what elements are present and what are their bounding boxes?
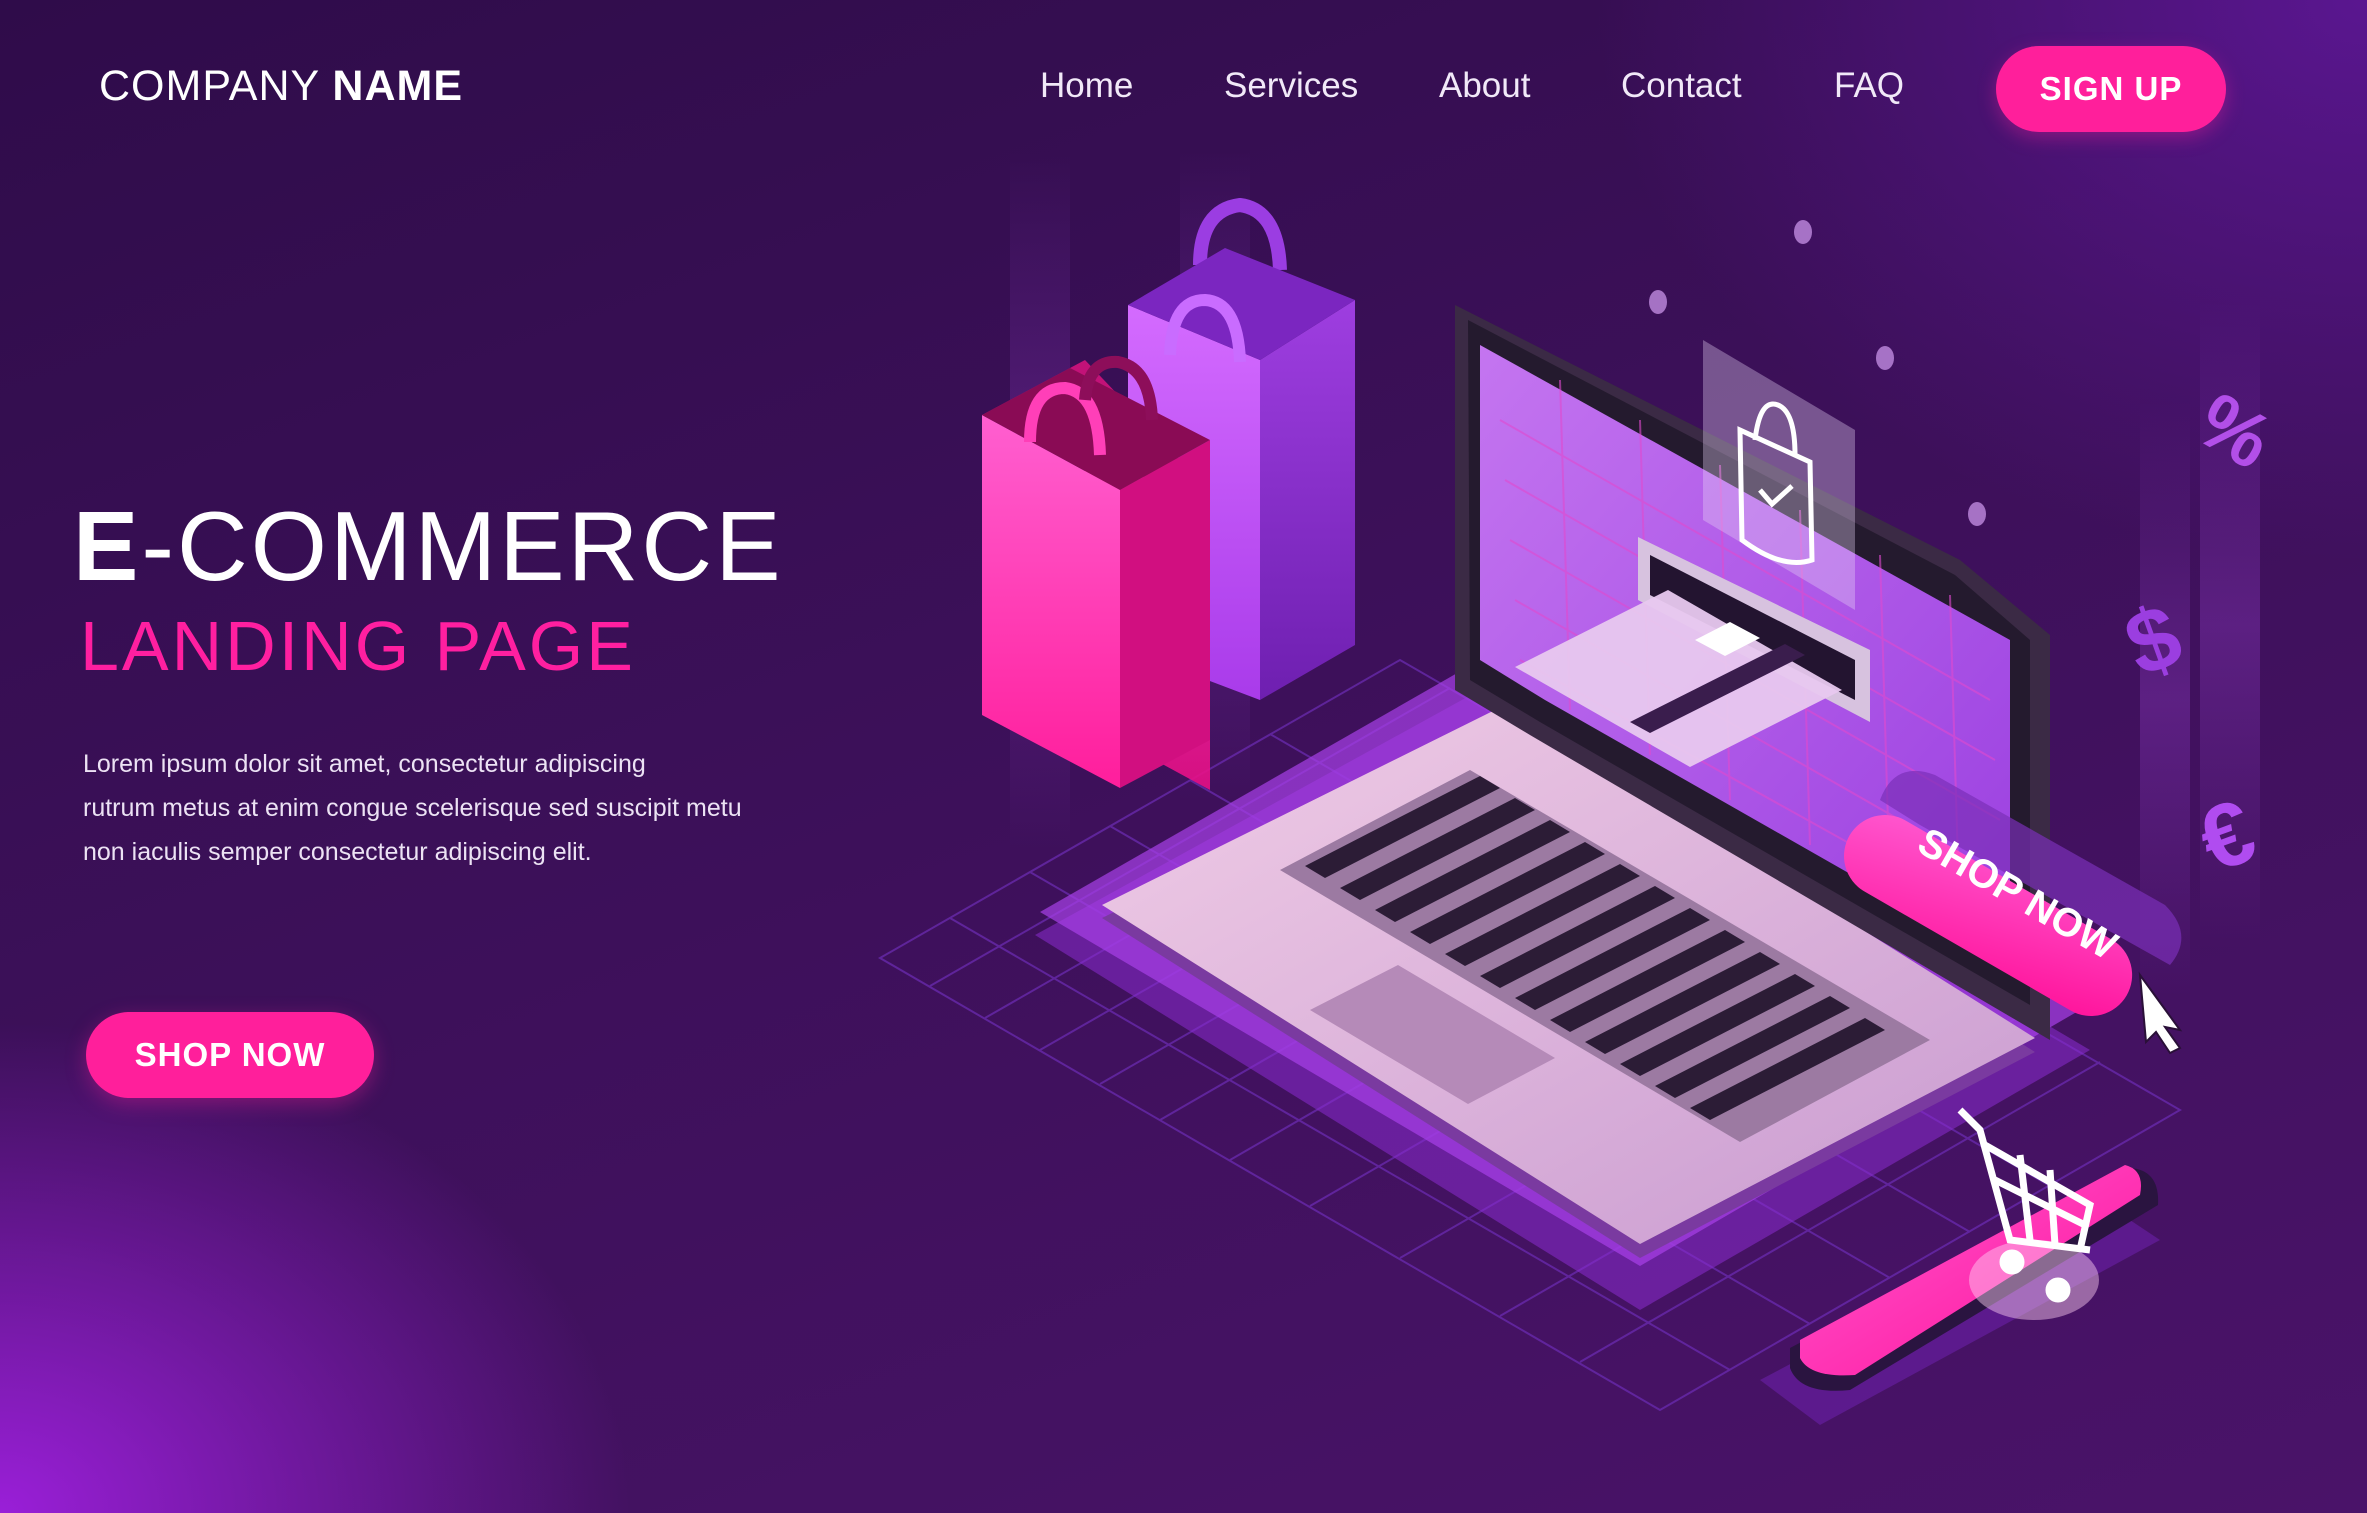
ecommerce-illustration: % $ € SHOP NOW [877,150,2287,1425]
shopping-bag-icon [982,355,1210,790]
percent-icon: % [2183,375,2287,486]
